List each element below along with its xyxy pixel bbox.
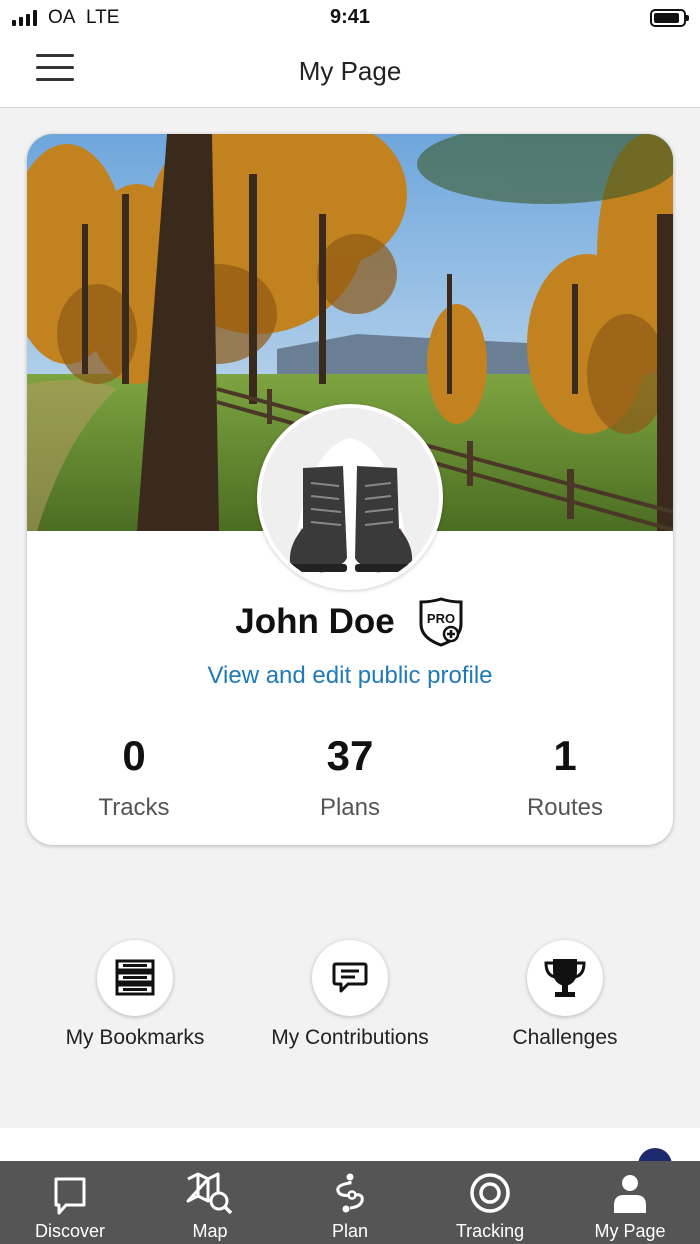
tab-label: Discover xyxy=(34,1221,105,1241)
tab-plan[interactable]: Plan xyxy=(280,1161,420,1244)
status-time: 9:41 xyxy=(329,6,371,28)
profile-icon xyxy=(614,1175,646,1213)
challenges-button[interactable]: Challenges xyxy=(450,940,680,1050)
name-row: John Doe PRO xyxy=(27,596,673,648)
my-bookmarks-button[interactable]: My Bookmarks xyxy=(20,940,250,1050)
stat-value: 1 xyxy=(553,732,577,779)
edit-profile-link[interactable]: View and edit public profile xyxy=(27,662,673,690)
bookmarks-icon xyxy=(97,940,173,1016)
tab-label: My Page xyxy=(594,1221,666,1241)
pro-badge-icon: PRO xyxy=(419,597,463,647)
svg-text:PRO: PRO xyxy=(427,611,455,626)
stat-value: 0 xyxy=(122,732,146,779)
user-name: John Doe xyxy=(235,602,395,641)
contributions-icon xyxy=(312,940,388,1016)
battery-icon xyxy=(650,9,689,27)
tab-my-page[interactable]: My Page xyxy=(560,1161,700,1244)
tracking-icon xyxy=(470,1173,510,1213)
profile-card: John Doe PRO View and edit public profil… xyxy=(27,134,673,845)
tab-map[interactable]: Map xyxy=(140,1161,280,1244)
stat-routes[interactable]: 1 Routes xyxy=(458,732,672,822)
quick-link-label: My Contributions xyxy=(271,1026,429,1049)
content-strip xyxy=(0,1128,700,1162)
page-title: My Page xyxy=(298,56,402,86)
tab-label: Map xyxy=(192,1221,228,1241)
tab-discover[interactable]: Discover xyxy=(0,1161,140,1244)
stat-tracks[interactable]: 0 Tracks xyxy=(27,732,241,822)
avatar[interactable] xyxy=(257,404,443,590)
quick-link-label: My Bookmarks xyxy=(65,1026,205,1049)
stat-label: Plans xyxy=(319,794,381,821)
map-icon xyxy=(186,1172,233,1215)
status-bar: OA LTE 9:41 xyxy=(0,0,700,36)
hiking-boots-photo xyxy=(261,408,439,586)
trophy-icon xyxy=(527,940,603,1016)
plan-icon xyxy=(336,1173,364,1213)
stat-label: Tracks xyxy=(98,794,170,821)
my-contributions-button[interactable]: My Contributions xyxy=(235,940,465,1050)
discover-icon xyxy=(54,1177,86,1215)
tab-label: Tracking xyxy=(455,1221,525,1241)
quick-link-label: Challenges xyxy=(512,1026,618,1049)
app-header: My Page xyxy=(0,36,700,108)
tab-bar: Discover Map Plan Tracking My Page xyxy=(0,1161,700,1244)
stat-plans[interactable]: 37 Plans xyxy=(243,732,457,822)
stat-label: Routes xyxy=(526,794,604,821)
tab-label: Plan xyxy=(331,1221,369,1241)
stat-value: 37 xyxy=(326,732,374,779)
tab-tracking[interactable]: Tracking xyxy=(420,1161,560,1244)
